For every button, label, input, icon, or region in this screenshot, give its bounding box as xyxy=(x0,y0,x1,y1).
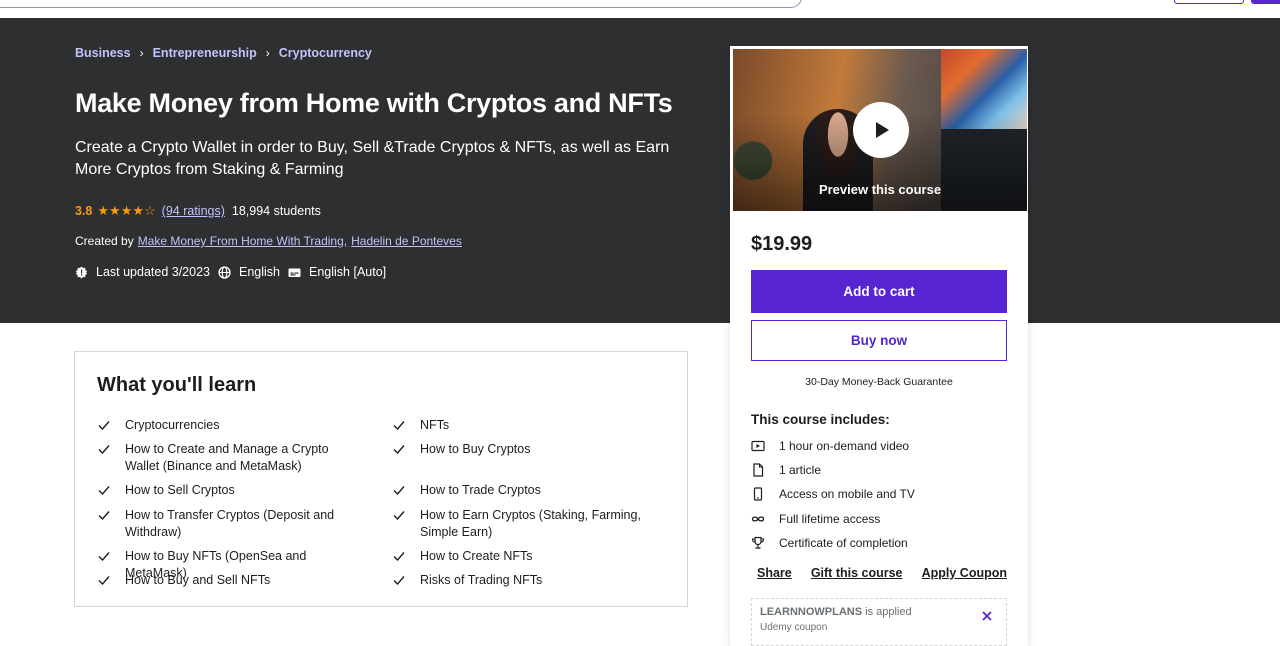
course-price: $19.99 xyxy=(751,233,813,255)
breadcrumb-entrepreneurship[interactable]: Entrepreneurship xyxy=(153,46,257,60)
include-item-mobile: Access on mobile and TV xyxy=(751,487,915,501)
learn-item: How to Buy and Sell NFTs xyxy=(97,572,357,589)
buy-now-button[interactable]: Buy now xyxy=(751,320,1007,361)
ratings-link[interactable]: (94 ratings) xyxy=(162,204,225,218)
check-icon xyxy=(98,421,110,431)
action-links: Share Gift this course Apply Coupon xyxy=(757,566,1007,580)
learn-item: How to Sell Cryptos xyxy=(97,482,357,499)
breadcrumb-cryptocurrency[interactable]: Cryptocurrency xyxy=(279,46,372,60)
include-item-certificate: Certificate of completion xyxy=(751,536,908,550)
learn-item: Cryptocurrencies xyxy=(97,417,357,434)
what-youll-learn: What you'll learn Cryptocurrencies How t… xyxy=(74,351,688,607)
closed-captions-icon xyxy=(288,266,301,279)
trophy-icon xyxy=(751,536,765,550)
captions-text: English [Auto] xyxy=(309,265,387,279)
created-by: Created by Make Money From Home With Tra… xyxy=(75,234,462,248)
include-item-article: 1 article xyxy=(751,463,821,477)
includes-title: This course includes: xyxy=(751,412,890,427)
video-icon xyxy=(751,439,765,453)
learn-item: NFTs xyxy=(392,417,652,434)
check-icon xyxy=(393,421,405,431)
chevron-right-icon: › xyxy=(265,46,270,60)
course-meta: Last updated 3/2023 English English [Aut… xyxy=(75,265,394,279)
instructor-link-2[interactable]: Hadelin de Ponteves xyxy=(351,234,462,248)
check-icon xyxy=(393,576,405,586)
last-updated-text: Last updated 3/2023 xyxy=(96,265,210,279)
course-title: Make Money from Home with Cryptos and NF… xyxy=(75,88,673,118)
breadcrumb-business[interactable]: Business xyxy=(75,46,131,60)
learn-item: How to Earn Cryptos (Staking, Farming, S… xyxy=(392,507,652,541)
globe-icon xyxy=(218,265,231,279)
file-icon xyxy=(751,463,765,477)
money-back-guarantee: 30-Day Money-Back Guarantee xyxy=(805,376,953,388)
close-icon[interactable] xyxy=(980,609,994,623)
coupon-code: LEARNNOWPLANS is applied xyxy=(760,606,912,618)
preview-label: Preview this course xyxy=(818,182,942,197)
instructor-link-1[interactable]: Make Money From Home With Trading, xyxy=(138,234,347,248)
learn-item: How to Buy Cryptos xyxy=(392,441,652,458)
check-icon xyxy=(393,445,405,455)
play-icon[interactable] xyxy=(853,102,909,158)
captions: English [Auto] xyxy=(288,265,386,279)
learn-item: How to Create NFTs xyxy=(392,548,652,565)
infinity-icon xyxy=(751,512,765,526)
mobile-icon xyxy=(751,487,765,501)
share-link[interactable]: Share xyxy=(757,566,792,580)
coupon-type: Udemy coupon xyxy=(760,622,828,633)
course-subtitle: Create a Crypto Wallet in order to Buy, … xyxy=(75,139,670,178)
check-icon xyxy=(393,486,405,496)
learn-item: Risks of Trading NFTs xyxy=(392,572,652,589)
signup-button[interactable] xyxy=(1251,0,1280,4)
applied-coupon: LEARNNOWPLANS is applied Udemy coupon xyxy=(751,598,1007,646)
language-text: English xyxy=(239,265,280,279)
last-updated: Last updated 3/2023 xyxy=(75,265,210,279)
apply-coupon-link[interactable]: Apply Coupon xyxy=(922,566,1007,580)
students-count: 18,994 students xyxy=(231,204,321,218)
include-item-video: 1 hour on-demand video xyxy=(751,439,909,453)
alert-badge-icon xyxy=(75,266,88,279)
chevron-right-icon: › xyxy=(139,46,144,60)
course-preview[interactable]: Preview this course xyxy=(733,49,1027,211)
top-header xyxy=(0,0,1280,18)
login-button[interactable] xyxy=(1174,0,1244,4)
purchase-sidebar: Preview this course $19.99 Add to cart B… xyxy=(730,46,1028,646)
check-icon xyxy=(393,552,405,562)
created-by-label: Created by xyxy=(75,234,134,248)
gift-course-link[interactable]: Gift this course xyxy=(811,566,903,580)
add-to-cart-button[interactable]: Add to cart xyxy=(751,270,1007,313)
search-bar[interactable] xyxy=(0,0,802,8)
include-item-lifetime: Full lifetime access xyxy=(751,512,880,526)
star-rating-icon: ★★★★☆ xyxy=(97,203,156,218)
learn-item: How to Transfer Cryptos (Deposit and Wit… xyxy=(97,507,357,541)
rating-row: 3.8 ★★★★☆ (94 ratings) 18,994 students xyxy=(75,203,321,219)
check-icon xyxy=(98,486,110,496)
breadcrumb: Business › Entrepreneurship › Cryptocurr… xyxy=(75,46,372,60)
check-icon xyxy=(98,552,110,562)
rating-value: 3.8 xyxy=(75,204,93,218)
learn-item: How to Create and Manage a Crypto Wallet… xyxy=(97,441,357,475)
check-icon xyxy=(98,511,110,521)
check-icon xyxy=(98,576,110,586)
language: English xyxy=(218,265,280,279)
learn-title: What you'll learn xyxy=(97,374,257,396)
learn-item: How to Trade Cryptos xyxy=(392,482,652,499)
check-icon xyxy=(393,511,405,521)
check-icon xyxy=(98,445,110,455)
